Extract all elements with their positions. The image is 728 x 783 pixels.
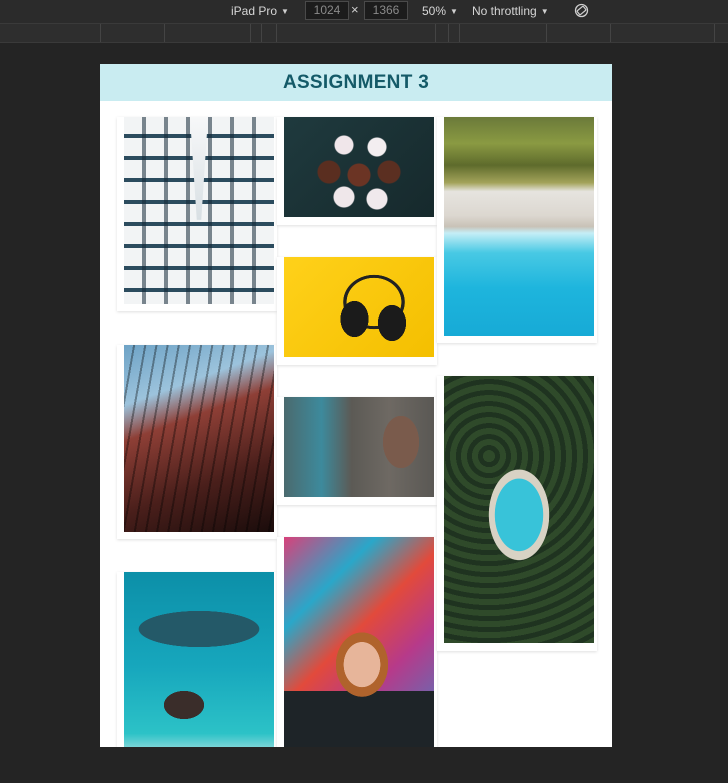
screen: { "devtools": { "device": "iPad Pro", "w… bbox=[0, 0, 728, 783]
ruler-segment[interactable] bbox=[0, 24, 101, 42]
gallery-card bbox=[277, 257, 437, 365]
graffiti-wall-photo bbox=[284, 397, 434, 497]
gallery-card bbox=[117, 572, 277, 747]
device-toolbar: iPad Pro ▼ 1024 × 1366 50% ▼ No throttling… bbox=[0, 0, 728, 24]
gallery-card bbox=[117, 117, 277, 311]
palm-forest-photo bbox=[444, 376, 594, 643]
beach-aerial-photo bbox=[444, 117, 594, 336]
device-caret-icon: ▼ bbox=[281, 7, 289, 16]
cupcakes-photo bbox=[284, 117, 434, 217]
dimension-times-icon: × bbox=[351, 2, 359, 17]
building-upward-photo bbox=[124, 117, 274, 304]
headphones-photo bbox=[284, 257, 434, 357]
ruler-segment[interactable] bbox=[262, 24, 277, 42]
zoom-select[interactable]: 50% ▼ bbox=[422, 0, 458, 23]
gallery-card bbox=[437, 376, 597, 651]
throttling-label: No throttling bbox=[472, 4, 537, 18]
throttling-caret-icon: ▼ bbox=[540, 7, 549, 16]
ruler-segment[interactable] bbox=[101, 24, 165, 42]
gallery-card bbox=[277, 397, 437, 505]
reef-aerial-photo bbox=[124, 572, 274, 747]
ruler-segment[interactable] bbox=[460, 24, 547, 42]
zoom-label: 50% bbox=[422, 4, 447, 18]
gallery-card bbox=[437, 117, 597, 343]
media-query-ruler[interactable] bbox=[0, 24, 728, 43]
boy-graffiti-photo bbox=[284, 537, 434, 747]
device-select[interactable]: iPad Pro ▼ bbox=[231, 0, 289, 23]
throttling-select[interactable]: No throttling ▼ bbox=[472, 0, 549, 23]
zoom-caret-icon: ▼ bbox=[450, 7, 458, 16]
curved-building-photo bbox=[124, 345, 274, 532]
width-input[interactable]: 1024 bbox=[305, 1, 349, 20]
ruler-segment[interactable] bbox=[611, 24, 715, 42]
ruler-segment[interactable] bbox=[547, 24, 611, 42]
ruler-segment[interactable] bbox=[436, 24, 449, 42]
gallery-card bbox=[117, 345, 277, 539]
gallery-card bbox=[277, 537, 437, 747]
gallery-card bbox=[277, 117, 437, 225]
device-label: iPad Pro bbox=[231, 4, 278, 18]
ruler-segment[interactable] bbox=[251, 24, 262, 42]
ruler-segment[interactable] bbox=[449, 24, 460, 42]
rotate-icon[interactable] bbox=[574, 3, 589, 18]
ruler-segment[interactable] bbox=[277, 24, 436, 42]
page-viewport[interactable]: ASSIGNMENT 3 bbox=[100, 64, 612, 747]
height-input[interactable]: 1366 bbox=[364, 1, 408, 20]
page-title: ASSIGNMENT 3 bbox=[100, 64, 612, 101]
ruler-segment[interactable] bbox=[165, 24, 251, 42]
